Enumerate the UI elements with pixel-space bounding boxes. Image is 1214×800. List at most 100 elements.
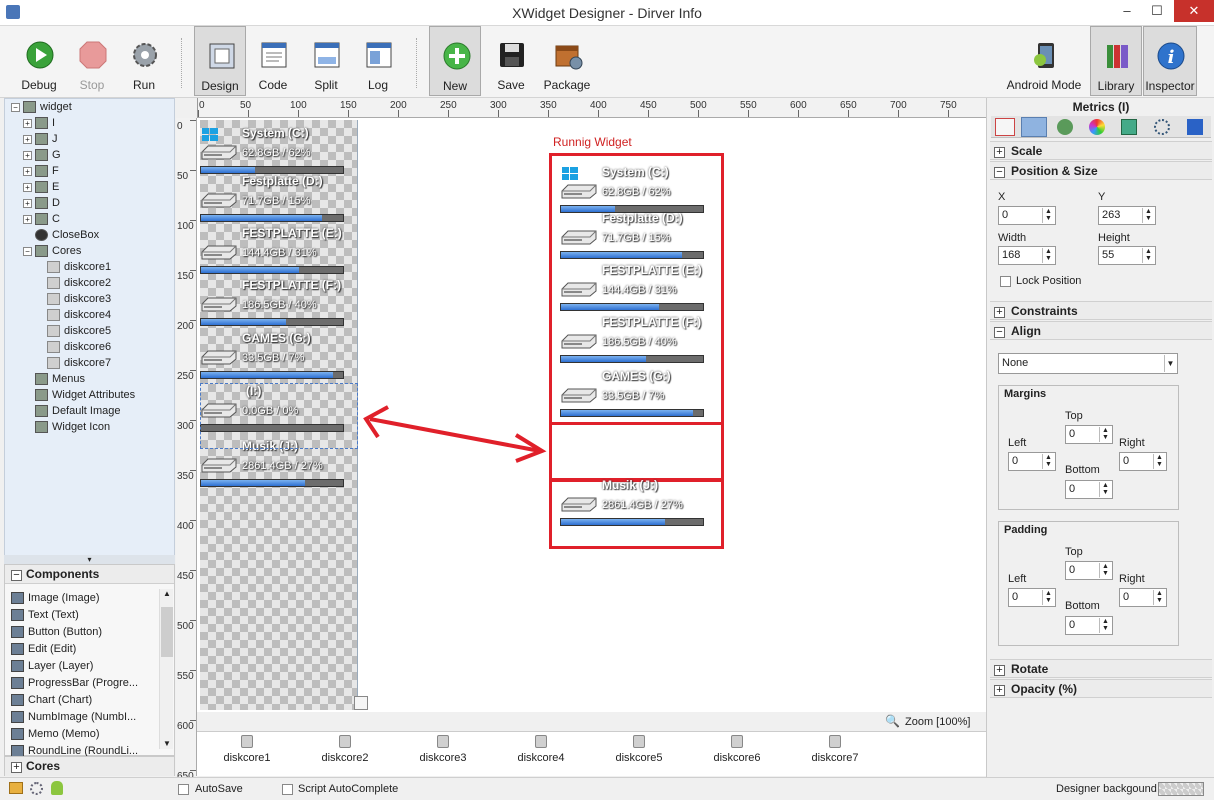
drive-item[interactable]: Festplatte (D:) 71.7GB / 15% (560, 211, 710, 265)
tab-color-icon[interactable] (1089, 119, 1105, 135)
spin-arrows-icon[interactable]: ▲ ▼ (1099, 427, 1111, 442)
tree-item-widget-attributes[interactable]: Widget Attributes (23, 387, 135, 403)
close-button[interactable]: ✕ (1174, 0, 1214, 22)
android-icon[interactable] (51, 781, 63, 795)
spin-arrows-icon[interactable]: ▲ ▼ (1042, 454, 1054, 469)
tree-item-c[interactable]: + C (23, 211, 60, 227)
drive-item[interactable]: FESTPLATTE (E:) 144.4GB / 31% (200, 226, 350, 280)
tree-item-g[interactable]: + G (23, 147, 61, 163)
zoom-label[interactable]: Zoom [100%] (905, 716, 970, 728)
tab-box-icon[interactable] (1187, 119, 1203, 135)
components-scrollbar[interactable]: ▲ ▼ (159, 589, 173, 749)
scroll-down-icon[interactable]: ▼ (161, 739, 173, 748)
maximize-button[interactable]: ☐ (1142, 0, 1172, 22)
scroll-up-icon[interactable]: ▲ (161, 589, 173, 598)
margin-right-field[interactable]: 0 ▲ ▼ (1119, 452, 1167, 471)
spin-arrows-icon[interactable]: ▲ ▼ (1042, 208, 1054, 223)
tree-item-widget[interactable]: − widget (11, 99, 72, 115)
tab-calendar-icon[interactable] (995, 118, 1015, 136)
android-mode-button[interactable]: Android Mode (1006, 26, 1082, 96)
spin-arrows-icon[interactable]: ▲ ▼ (1153, 590, 1165, 605)
collapse-icon[interactable]: − (23, 246, 32, 256)
tree-item-closebox[interactable]: CloseBox (23, 227, 99, 243)
tree-item-diskcore3[interactable]: diskcore3 (35, 291, 111, 307)
tree-item-diskcore2[interactable]: diskcore2 (35, 275, 111, 291)
expand-icon[interactable]: + (23, 182, 32, 192)
cores-panel[interactable]: + Cores (4, 756, 175, 776)
spin-arrows-icon[interactable]: ▲ ▼ (1042, 590, 1054, 605)
padding-right-field[interactable]: 0 ▲ ▼ (1119, 588, 1167, 607)
spin-arrows-icon[interactable]: ▲ ▼ (1142, 248, 1154, 263)
position-size-section[interactable]: − Position & Size (990, 161, 1212, 180)
tree-item-default-image[interactable]: Default Image (23, 403, 120, 419)
padding-left-field[interactable]: 0 ▲ ▼ (1008, 588, 1056, 607)
diskcore-item[interactable]: diskcore7 (805, 732, 865, 764)
spin-arrows-icon[interactable]: ▲ ▼ (1099, 482, 1111, 497)
diskcore-item[interactable]: diskcore6 (707, 732, 767, 764)
diskcore-item[interactable]: diskcore1 (217, 732, 277, 764)
settings-icon[interactable] (30, 782, 43, 795)
height-field[interactable]: 55 ▲ ▼ (1098, 246, 1156, 265)
x-field[interactable]: 0 ▲ ▼ (998, 206, 1056, 225)
inspector-button[interactable]: i Inspector (1143, 26, 1197, 96)
component-item[interactable]: Edit (Edit) (11, 641, 76, 658)
spin-arrows-icon[interactable]: ▲ ▼ (1042, 248, 1054, 263)
library-button[interactable]: Library (1090, 26, 1142, 96)
drive-item[interactable]: Festplatte (D:) 71.7GB / 15% (200, 174, 350, 228)
expand-icon[interactable]: + (23, 118, 32, 128)
spin-arrows-icon[interactable]: ▲ ▼ (1099, 618, 1111, 633)
new-button[interactable]: New (429, 26, 481, 96)
expand-icon[interactable]: + (23, 134, 32, 144)
drive-item[interactable]: FESTPLATTE (F:) 186.5GB / 40% (560, 315, 710, 369)
tree-item-menus[interactable]: Menus (23, 371, 85, 387)
component-item[interactable]: NumbImage (NumbI... (11, 709, 136, 726)
opacity-section[interactable]: + Opacity (%) (990, 679, 1212, 698)
autosave-checkbox[interactable] (178, 784, 189, 795)
component-item[interactable]: Memo (Memo) (11, 726, 100, 743)
lock-position-checkbox[interactable] (1000, 276, 1011, 287)
component-item[interactable]: Layer (Layer) (11, 658, 93, 675)
margin-left-field[interactable]: 0 ▲ ▼ (1008, 452, 1056, 471)
component-item[interactable]: Text (Text) (11, 607, 79, 624)
run-button[interactable]: Run (118, 26, 170, 96)
tree-item-diskcore7[interactable]: diskcore7 (35, 355, 111, 371)
tree-item-diskcore5[interactable]: diskcore5 (35, 323, 111, 339)
stop-button[interactable]: Stop (66, 26, 118, 96)
tab-gear-icon[interactable] (1154, 119, 1170, 135)
minimize-button[interactable]: – (1112, 0, 1142, 22)
component-item[interactable]: Image (Image) (11, 590, 100, 607)
tab-cube-icon[interactable] (1121, 119, 1137, 135)
panel-splitter[interactable]: ▾ (4, 555, 175, 564)
search-icon[interactable]: 🔍 (885, 714, 900, 728)
diskcore-item[interactable]: diskcore2 (315, 732, 375, 764)
width-field[interactable]: 168 ▲ ▼ (998, 246, 1056, 265)
code-button[interactable]: Code (247, 26, 299, 96)
drive-item[interactable]: GAMES (G:) 33.5GB / 7% (560, 369, 710, 423)
components-header[interactable]: − Components (5, 565, 174, 584)
designer-background-swatch[interactable] (1158, 782, 1204, 796)
padding-bottom-field[interactable]: 0 ▲ ▼ (1065, 616, 1113, 635)
align-section[interactable]: − Align (990, 321, 1212, 340)
tree-item-i[interactable]: + I (23, 115, 55, 131)
diskcore-item[interactable]: diskcore3 (413, 732, 473, 764)
script-autocomplete-checkbox[interactable] (282, 784, 293, 795)
scroll-thumb[interactable] (161, 607, 173, 657)
collapse-icon[interactable]: − (11, 102, 20, 112)
tree-item-diskcore4[interactable]: diskcore4 (35, 307, 111, 323)
tree-item-cores[interactable]: − Cores (23, 243, 81, 259)
selection-box[interactable] (200, 383, 358, 449)
drive-item[interactable]: System (C:) 62.8GB / 62% (200, 126, 350, 180)
tree-item-e[interactable]: + E (23, 179, 59, 195)
drive-item[interactable]: Musik (J:) 2861.4GB / 27% (560, 478, 710, 532)
expand-icon[interactable]: + (23, 198, 32, 208)
align-select[interactable]: None ▼ (998, 353, 1178, 374)
expand-icon[interactable]: + (23, 214, 32, 224)
y-field[interactable]: 263 ▲ ▼ (1098, 206, 1156, 225)
drive-item[interactable]: FESTPLATTE (E:) 144.4GB / 31% (560, 263, 710, 317)
tree-item-d[interactable]: + D (23, 195, 60, 211)
spin-arrows-icon[interactable]: ▲ ▼ (1142, 208, 1154, 223)
padding-top-field[interactable]: 0 ▲ ▼ (1065, 561, 1113, 580)
drive-item[interactable]: GAMES (G:) 33.5GB / 7% (200, 331, 350, 385)
split-button[interactable]: Split (300, 26, 352, 96)
component-item[interactable]: Chart (Chart) (11, 692, 92, 709)
